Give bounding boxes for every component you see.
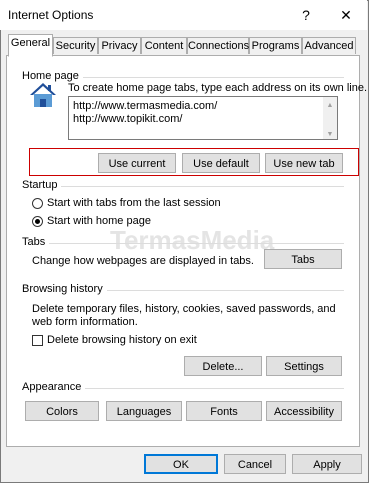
- use-current-button[interactable]: Use current: [98, 153, 176, 173]
- ok-button[interactable]: OK: [144, 454, 218, 474]
- delete-history-on-exit-checkbox[interactable]: [32, 335, 43, 346]
- startup-home-page-radio[interactable]: [32, 216, 43, 227]
- appearance-group-label: Appearance: [22, 381, 86, 393]
- browsing-history-group-label: Browsing history: [22, 283, 107, 295]
- home-page-address-line: http://www.topikit.com/: [73, 113, 183, 125]
- use-new-tab-button[interactable]: Use new tab: [265, 153, 343, 173]
- tabs-settings-button[interactable]: Tabs: [264, 249, 342, 269]
- watermark-text: TermasMedia: [110, 225, 275, 255]
- fonts-button[interactable]: Fonts: [186, 401, 262, 421]
- tab-content[interactable]: Content: [141, 37, 187, 54]
- window-title: Internet Options: [8, 8, 94, 22]
- title-bar: Internet Options ? ✕: [0, 0, 367, 30]
- apply-button[interactable]: Apply: [292, 454, 362, 474]
- tab-connections[interactable]: Connections: [187, 37, 249, 54]
- tab-advanced[interactable]: Advanced: [302, 37, 356, 54]
- startup-group-line: [22, 186, 344, 187]
- colors-button[interactable]: Colors: [25, 401, 99, 421]
- use-default-button[interactable]: Use default: [182, 153, 260, 173]
- home-page-instructions: To create home page tabs, type each addr…: [68, 82, 368, 94]
- scroll-up-icon[interactable]: ▲: [325, 99, 335, 109]
- tab-security[interactable]: Security: [53, 37, 98, 54]
- startup-last-session-radio[interactable]: [32, 198, 43, 209]
- help-button[interactable]: ?: [296, 5, 316, 25]
- home-page-address-line: http://www.termasmedia.com/: [73, 100, 218, 112]
- tabs-description: Change how webpages are displayed in tab…: [32, 255, 254, 267]
- textarea-scrollbar[interactable]: ▲ ▼: [323, 97, 337, 139]
- home-page-address-textarea[interactable]: http://www.termasmedia.com/ http://www.t…: [68, 96, 338, 140]
- tab-privacy[interactable]: Privacy: [98, 37, 141, 54]
- history-settings-button[interactable]: Settings: [266, 356, 342, 376]
- scroll-down-icon[interactable]: ▼: [325, 128, 335, 138]
- tabs-group-line: [22, 243, 344, 244]
- languages-button[interactable]: Languages: [106, 401, 182, 421]
- delete-button[interactable]: Delete...: [184, 356, 262, 376]
- startup-last-session-label[interactable]: Start with tabs from the last session: [47, 197, 221, 209]
- cancel-button[interactable]: Cancel: [224, 454, 286, 474]
- tabs-group-label: Tabs: [22, 236, 50, 248]
- browsing-history-description: Delete temporary files, history, cookies…: [32, 303, 336, 328]
- tab-general[interactable]: General: [8, 34, 53, 57]
- startup-group-label: Startup: [22, 179, 62, 191]
- close-button[interactable]: ✕: [336, 5, 356, 25]
- tab-programs[interactable]: Programs: [249, 37, 302, 54]
- delete-history-on-exit-label[interactable]: Delete browsing history on exit: [47, 334, 197, 346]
- accessibility-button[interactable]: Accessibility: [266, 401, 342, 421]
- home-page-house-icon: [30, 83, 56, 107]
